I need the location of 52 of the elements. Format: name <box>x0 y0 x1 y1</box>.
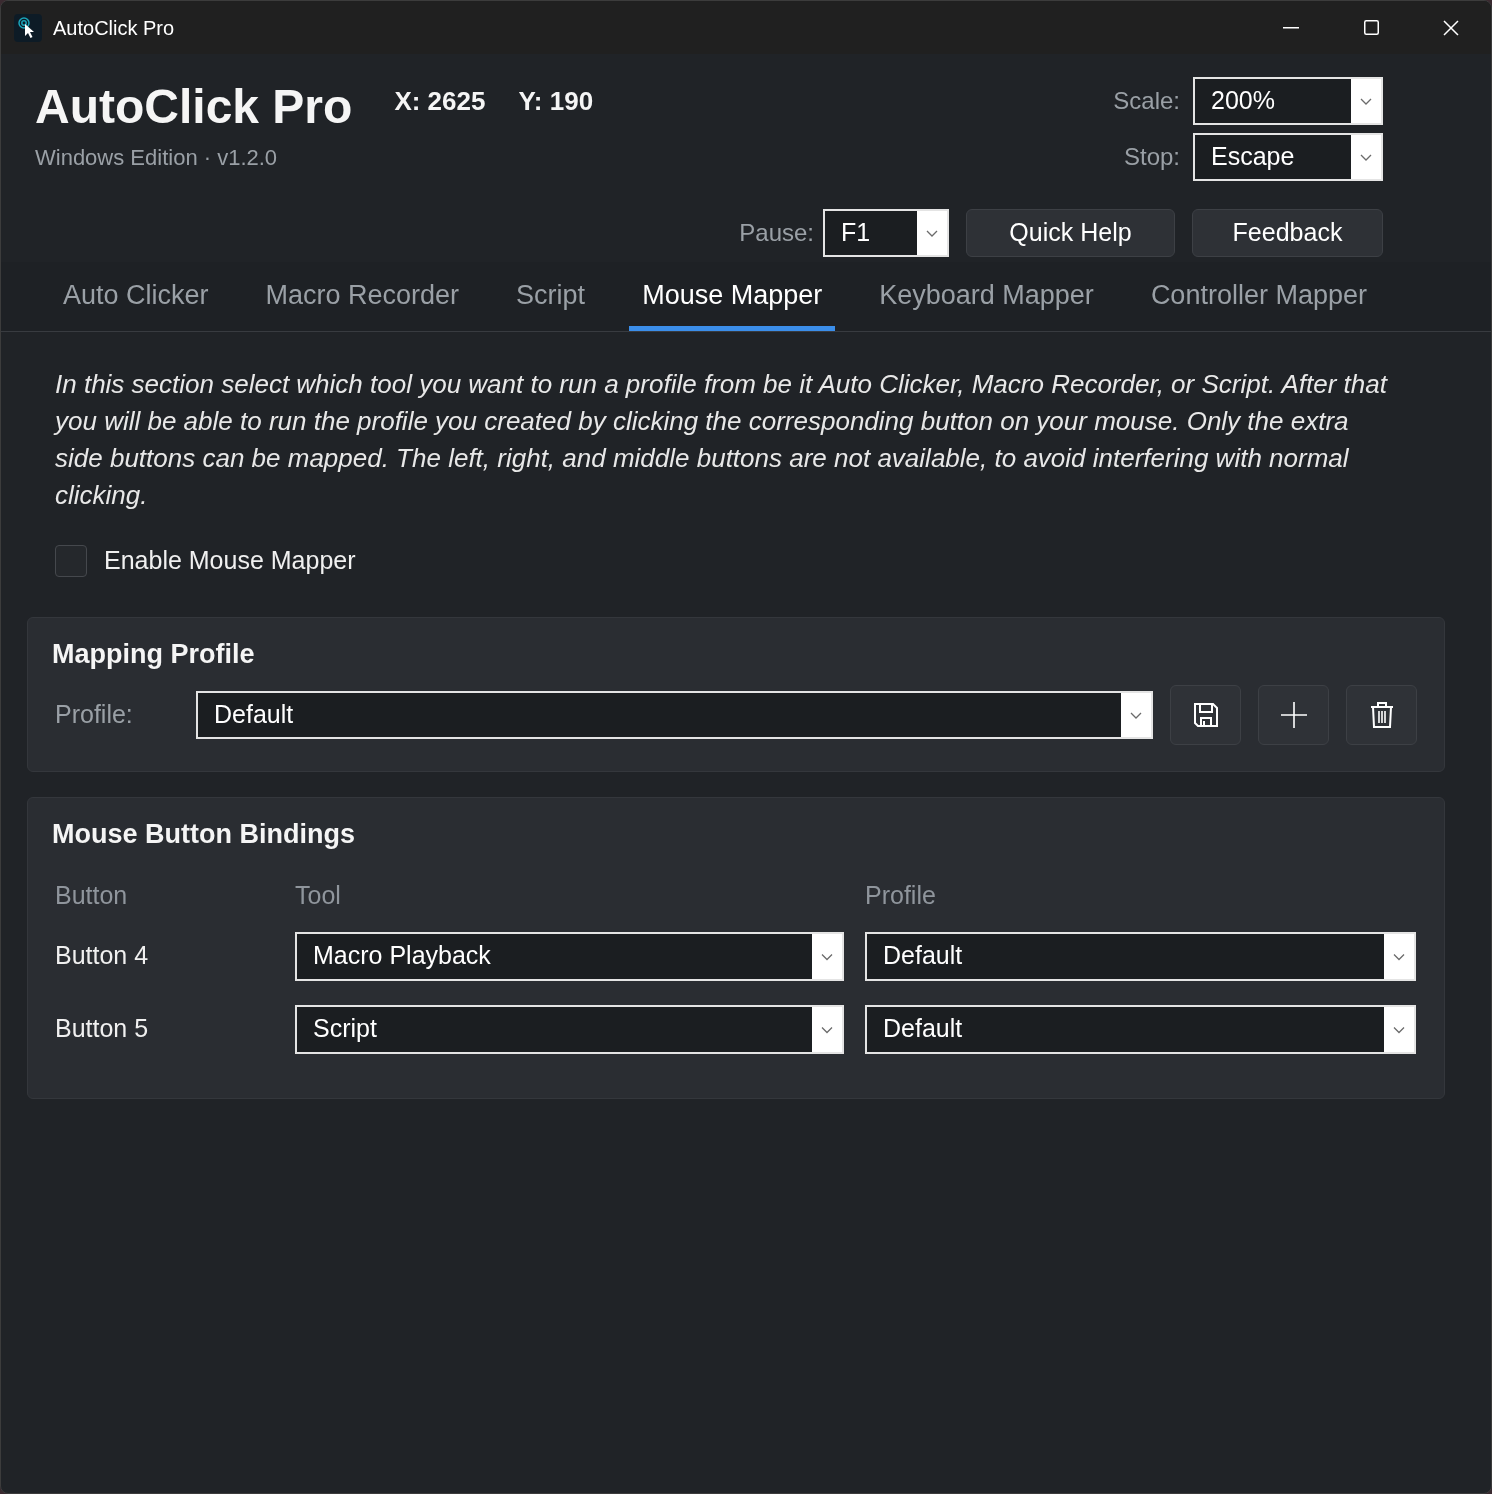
card-title: Mouse Button Bindings <box>52 817 356 850</box>
tab[interactable]: Mouse Mapper <box>629 262 836 331</box>
help-button[interactable]: Quick Help <box>966 209 1175 257</box>
cursor-click-icon <box>14 13 42 42</box>
chevron-down-icon <box>1351 135 1381 179</box>
button-name: Button 4 <box>55 940 150 972</box>
tab[interactable]: Script <box>503 262 599 331</box>
tab[interactable]: Auto Clicker <box>50 262 222 331</box>
trash-icon <box>1368 701 1395 728</box>
profile-dropdown[interactable]: Default <box>865 931 1416 981</box>
tab[interactable]: Keyboard Mapper <box>866 262 1107 331</box>
chevron-down-icon <box>917 211 947 255</box>
button-name: Button 5 <box>55 1013 150 1045</box>
close-icon <box>1443 19 1459 36</box>
chevron-down-icon <box>1384 933 1414 979</box>
chevron-down-icon <box>812 933 842 979</box>
checkbox[interactable] <box>55 544 87 577</box>
save-button[interactable] <box>1170 684 1241 745</box>
chevron-down-icon <box>1351 79 1381 123</box>
profile-dropdown[interactable]: Default <box>196 690 1153 739</box>
profile-label: Profile: <box>55 698 134 730</box>
column-header: Tool <box>295 879 342 910</box>
chevron-down-icon <box>812 1006 842 1052</box>
setting-label: Stop: <box>1123 142 1180 172</box>
tool-dropdown[interactable]: Macro Playback <box>295 931 844 981</box>
setting-dropdown[interactable]: 200% <box>1193 77 1383 125</box>
column-header: Button <box>55 879 129 910</box>
pause-label: Pause: <box>739 218 814 248</box>
add-button[interactable] <box>1258 684 1329 745</box>
tab[interactable]: Macro Recorder <box>252 262 473 331</box>
setting-dropdown[interactable]: Escape <box>1193 133 1383 181</box>
column-header: Profile <box>865 879 937 910</box>
coordinate-readout: Y: 190 <box>518 86 594 117</box>
tool-dropdown[interactable]: Script <box>295 1004 844 1054</box>
profile-dropdown[interactable]: Default <box>865 1004 1416 1054</box>
chevron-down-icon <box>1384 1006 1414 1052</box>
plus-icon <box>1280 701 1307 728</box>
card-title: Mapping Profile <box>52 637 256 670</box>
tab[interactable]: Controller Mapper <box>1137 262 1380 331</box>
delete-button[interactable] <box>1346 684 1417 745</box>
app-subtitle: Windows Edition · v1.2.0 <box>35 145 279 171</box>
checkbox-label: Enable Mouse Mapper <box>104 545 356 576</box>
window-title: AutoClick Pro <box>53 15 175 41</box>
pause-dropdown[interactable]: F1 <box>823 209 949 257</box>
setting-label: Scale: <box>1113 86 1180 116</box>
coordinate-readout: X: 2625 <box>394 86 486 117</box>
app-title: AutoClick Pro <box>35 79 353 135</box>
description-text: In this section select which tool you want to run a profile from be it Auto Clicker, Macro Recorder, or Script. After that you will be able to run the profile you created by clicking the corresponding button on your mouse. Only the extra side buttons can be mapped. The left, right, and middle buttons are not available, to avoid interfering with normal clicking. <box>55 368 1389 512</box>
feedback-button[interactable]: Feedback <box>1192 209 1383 257</box>
maximize-icon <box>1363 20 1379 35</box>
minimize-icon <box>1283 26 1299 29</box>
chevron-down-icon <box>1121 692 1151 737</box>
